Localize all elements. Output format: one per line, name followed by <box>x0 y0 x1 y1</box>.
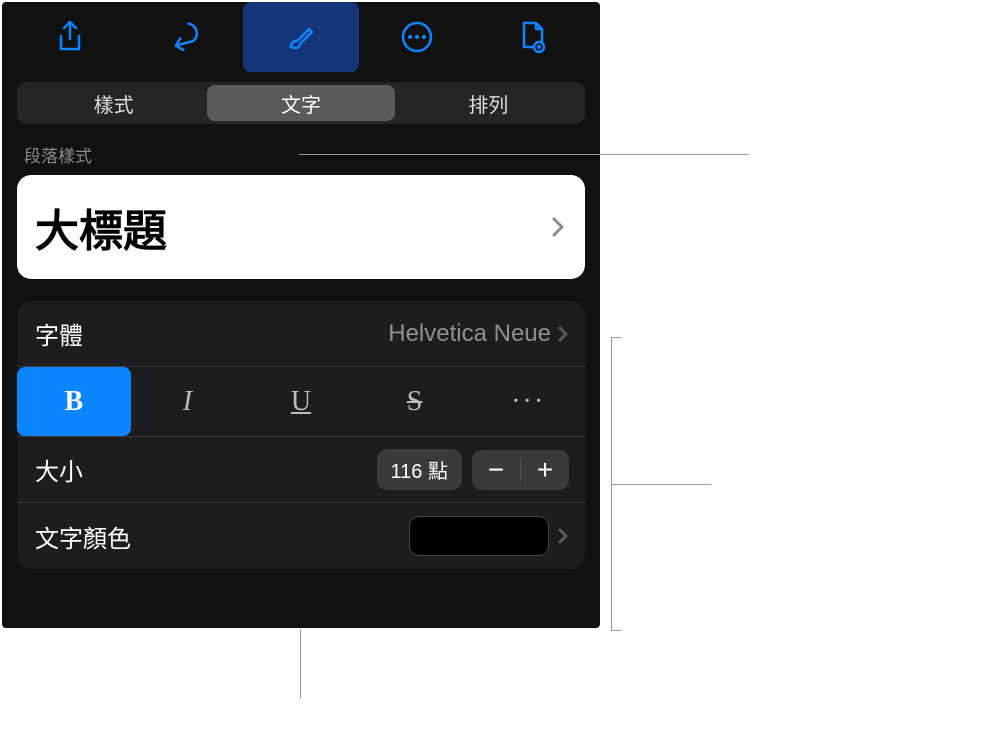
format-brush-button[interactable] <box>243 2 359 72</box>
segmented-control: 樣式 文字 排列 <box>17 82 585 124</box>
chevron-right-icon <box>557 526 569 546</box>
font-row[interactable]: 字體 Helvetica Neue <box>17 301 585 367</box>
more-styles-button[interactable]: ··· <box>471 367 585 436</box>
font-value: Helvetica Neue <box>388 320 551 348</box>
more-dots: ··· <box>511 386 545 418</box>
size-decrease-button[interactable]: − <box>472 450 520 490</box>
content-area: 大標題 字體 Helvetica Neue B I <box>2 175 600 569</box>
chevron-right-icon <box>551 215 565 239</box>
text-style-buttons: B I U S ··· <box>17 367 585 437</box>
paragraph-style-value: 大標題 <box>35 195 167 259</box>
format-panel: 樣式 文字 排列 段落樣式 大標題 字體 Helvetica Neue B <box>2 2 600 628</box>
text-color-label: 文字顏色 <box>35 519 131 554</box>
document-icon <box>514 19 550 55</box>
font-label: 字體 <box>35 316 83 351</box>
share-button[interactable] <box>12 2 128 72</box>
top-toolbar <box>2 2 600 72</box>
size-stepper: − + <box>472 450 569 490</box>
undo-button[interactable] <box>128 2 244 72</box>
strikethrough-button[interactable]: S <box>358 367 472 436</box>
size-increase-button[interactable]: + <box>521 450 569 490</box>
callout-line <box>611 630 621 631</box>
size-label: 大小 <box>35 452 83 487</box>
font-group: 字體 Helvetica Neue B I U S <box>17 301 585 569</box>
chevron-right-icon <box>557 324 569 344</box>
size-row: 大小 116 點 − + <box>17 437 585 503</box>
document-button[interactable] <box>474 2 590 72</box>
italic-letter: I <box>183 386 192 418</box>
callout-line <box>300 629 301 699</box>
tab-text[interactable]: 文字 <box>207 85 394 121</box>
bold-button[interactable]: B <box>17 367 131 436</box>
text-color-row[interactable]: 文字顏色 <box>17 503 585 569</box>
brush-icon <box>283 19 319 55</box>
italic-button[interactable]: I <box>131 367 245 436</box>
section-label-paragraph-style: 段落樣式 <box>2 128 600 175</box>
text-color-swatch[interactable] <box>409 516 549 556</box>
tab-arrange[interactable]: 排列 <box>395 85 582 121</box>
size-value[interactable]: 116 點 <box>377 449 462 490</box>
callout-line <box>299 154 749 155</box>
underline-button[interactable]: U <box>244 367 358 436</box>
tab-style[interactable]: 樣式 <box>20 85 207 121</box>
underline-letter: U <box>291 386 311 418</box>
more-button[interactable] <box>359 2 475 72</box>
callout-line <box>611 337 621 338</box>
callout-line <box>611 484 711 485</box>
undo-icon <box>167 19 203 55</box>
more-icon <box>399 19 435 55</box>
paragraph-style-row[interactable]: 大標題 <box>17 175 585 279</box>
strike-letter: S <box>407 386 423 418</box>
share-icon <box>52 19 88 55</box>
bold-letter: B <box>64 386 83 418</box>
tabs-container: 樣式 文字 排列 <box>2 72 600 128</box>
